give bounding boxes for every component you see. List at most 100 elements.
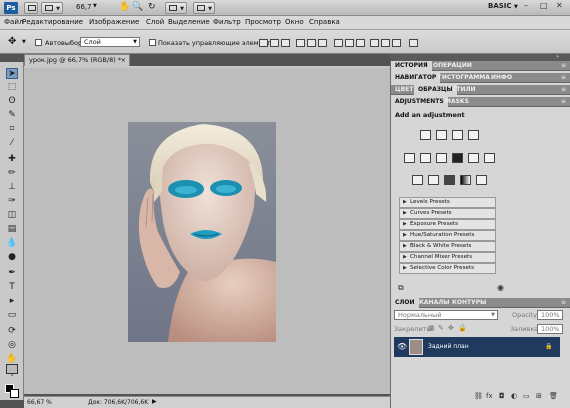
- panel-menu-icon[interactable]: ≡: [561, 299, 566, 306]
- link-layers-icon[interactable]: ⛓: [474, 392, 483, 400]
- history-brush-tool-icon[interactable]: ✑: [6, 196, 18, 207]
- layer-row[interactable]: 👁 Задний план 🔒: [394, 337, 560, 357]
- crop-tool-icon[interactable]: ⌗: [6, 124, 18, 135]
- autoselect-target-select[interactable]: Слой ▼: [80, 37, 140, 47]
- brightness-contrast-icon[interactable]: [420, 130, 431, 140]
- menu-layer[interactable]: Слой: [146, 18, 164, 26]
- distribute-right-icon[interactable]: [392, 39, 401, 47]
- path-selection-tool-icon[interactable]: ▸: [6, 296, 18, 307]
- zoom-dropdown-icon[interactable]: ▼: [93, 3, 97, 9]
- clone-stamp-tool-icon[interactable]: ⊥: [6, 182, 18, 193]
- 3d-orbit-tool-icon[interactable]: ◎: [6, 340, 18, 351]
- menu-filter[interactable]: Фильтр: [213, 18, 241, 26]
- move-tool-icon[interactable]: ➤: [6, 68, 18, 79]
- tab-history[interactable]: ИСТОРИЯ: [391, 61, 432, 71]
- new-group-icon[interactable]: ▭: [523, 392, 530, 400]
- lock-all-icon[interactable]: 🔒: [458, 324, 467, 332]
- quick-mask-icon[interactable]: [6, 364, 18, 374]
- distribute-left-icon[interactable]: [370, 39, 379, 47]
- menu-view[interactable]: Просмотр: [245, 18, 281, 26]
- collapse-icon[interactable]: »: [556, 54, 559, 60]
- view-extras-button[interactable]: ▼: [41, 2, 63, 14]
- dodge-tool-icon[interactable]: ●: [6, 252, 18, 263]
- tab-info[interactable]: ИНФО: [487, 73, 516, 83]
- align-right-icon[interactable]: [318, 39, 327, 47]
- return-to-list-icon[interactable]: ◉: [497, 283, 504, 292]
- lock-transparency-icon[interactable]: ▦: [428, 324, 435, 332]
- selective-color-icon[interactable]: [476, 175, 487, 185]
- opacity-input[interactable]: 100%: [537, 310, 563, 320]
- close-window-icon[interactable]: ✕: [556, 1, 563, 10]
- distribute-top-icon[interactable]: [334, 39, 343, 47]
- layer-name[interactable]: Задний план: [428, 343, 469, 350]
- threshold-icon[interactable]: [444, 175, 455, 185]
- shape-tool-icon[interactable]: ▭: [6, 310, 18, 321]
- distribute-vcenter-icon[interactable]: [345, 39, 354, 47]
- menu-file[interactable]: Файл: [4, 18, 23, 26]
- tab-paths[interactable]: КОНТУРЫ: [448, 298, 490, 308]
- levels-icon[interactable]: [436, 130, 447, 140]
- fill-input[interactable]: 100%: [537, 324, 563, 334]
- align-top-icon[interactable]: [259, 39, 268, 47]
- tab-histogram[interactable]: ГИСТОГРАММА: [434, 73, 494, 83]
- autoselect-checkbox[interactable]: [35, 39, 42, 46]
- panel-menu-icon[interactable]: ≡: [561, 86, 566, 93]
- close-document-icon[interactable]: ×: [121, 55, 126, 66]
- tab-styles[interactable]: СТИЛИ: [448, 85, 480, 95]
- new-adjustment-layer-icon[interactable]: ◐: [511, 392, 517, 400]
- layer-style-icon[interactable]: fx: [486, 392, 493, 400]
- distribute-hcenter-icon[interactable]: [381, 39, 390, 47]
- preset-hue-saturation[interactable]: ▶ Hue/Saturation Presets: [399, 230, 496, 241]
- new-layer-icon[interactable]: ⊞: [536, 392, 542, 400]
- blur-tool-icon[interactable]: 💧: [6, 238, 18, 249]
- black-white-icon[interactable]: [452, 153, 463, 163]
- menu-help[interactable]: Справка: [309, 18, 340, 26]
- hand-tool-icon[interactable]: ✋: [119, 2, 130, 12]
- screen-mode-button[interactable]: ▼: [193, 2, 215, 14]
- type-tool-icon[interactable]: T: [6, 282, 18, 293]
- quick-selection-tool-icon[interactable]: ✎: [6, 110, 18, 121]
- align-left-icon[interactable]: [296, 39, 305, 47]
- lasso-tool-icon[interactable]: ʘ: [6, 96, 18, 107]
- zoom-tool-icon[interactable]: 🔍: [132, 2, 143, 12]
- color-balance-icon[interactable]: [436, 153, 447, 163]
- gradient-map-icon[interactable]: [460, 175, 471, 185]
- workspace-dropdown-icon[interactable]: ▼: [514, 4, 518, 10]
- healing-brush-tool-icon[interactable]: ✚: [6, 154, 18, 165]
- menu-image[interactable]: Изображение: [89, 18, 139, 26]
- tab-actions[interactable]: ОПЕРАЦИИ: [429, 61, 476, 71]
- marquee-tool-icon[interactable]: ⬚: [6, 82, 18, 93]
- gradient-tool-icon[interactable]: ▤: [6, 224, 18, 235]
- bridge-button[interactable]: [24, 2, 38, 14]
- show-controls-checkbox[interactable]: [149, 39, 156, 46]
- pen-tool-icon[interactable]: ✒: [6, 268, 18, 279]
- hue-saturation-icon[interactable]: [420, 153, 431, 163]
- curves-icon[interactable]: [452, 130, 463, 140]
- brush-tool-icon[interactable]: ✏: [6, 168, 18, 179]
- background-color-swatch[interactable]: [10, 389, 19, 398]
- channel-mixer-icon[interactable]: [484, 153, 495, 163]
- portrait-photo[interactable]: [128, 122, 276, 342]
- status-menu-icon[interactable]: ▶: [152, 398, 157, 405]
- panel-menu-icon[interactable]: ≡: [561, 62, 566, 69]
- tab-adjustments[interactable]: ADJUSTMENTS: [391, 97, 448, 107]
- tool-preset-dropdown-icon[interactable]: ▼: [22, 39, 26, 45]
- panel-menu-icon[interactable]: ≡: [561, 98, 566, 105]
- panel-menu-icon[interactable]: ≡: [561, 74, 566, 81]
- align-vcenter-icon[interactable]: [270, 39, 279, 47]
- distribute-bottom-icon[interactable]: [356, 39, 365, 47]
- menu-edit[interactable]: Редактирование: [22, 18, 83, 26]
- auto-align-icon[interactable]: [409, 39, 418, 47]
- add-mask-icon[interactable]: ◘: [499, 392, 505, 400]
- eye-icon[interactable]: 👁: [397, 342, 407, 351]
- preset-black-white[interactable]: ▶ Black & White Presets: [399, 241, 496, 252]
- vibrance-icon[interactable]: [404, 153, 415, 163]
- status-zoom[interactable]: 66,67 %: [27, 399, 52, 406]
- document-tab[interactable]: урок.jpg @ 66,7% (RGB/8) * ×: [24, 54, 130, 66]
- blend-mode-select[interactable]: Нормальный ▼: [394, 310, 498, 320]
- zoom-level[interactable]: 66,7: [76, 3, 92, 11]
- preset-selective-color[interactable]: ▶ Selective Color Presets: [399, 263, 496, 274]
- workspace-switcher[interactable]: BASIC: [488, 2, 512, 10]
- invert-icon[interactable]: [412, 175, 423, 185]
- rotate-view-icon[interactable]: ↻: [148, 2, 156, 12]
